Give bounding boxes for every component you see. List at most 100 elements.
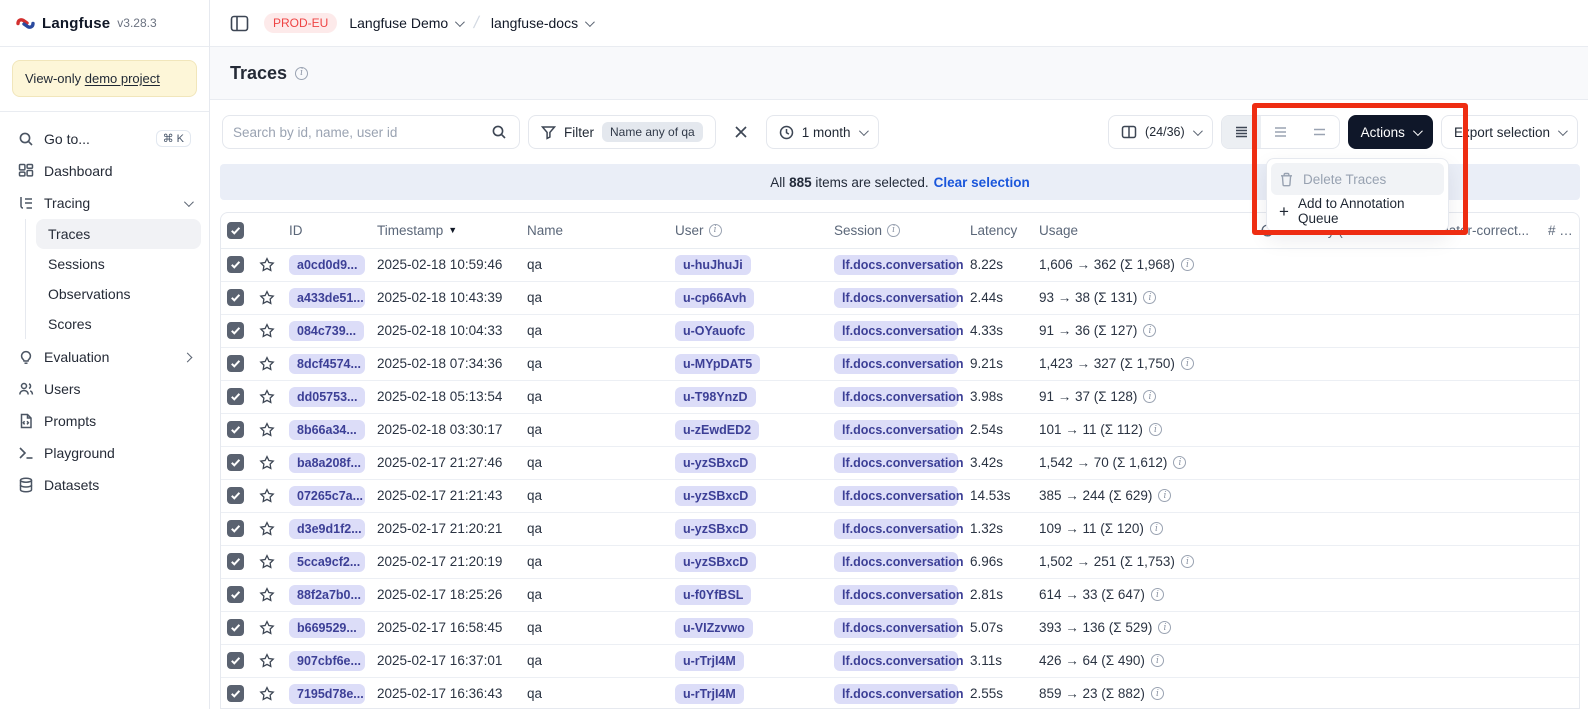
trace-id-badge[interactable]: 7195d78e...	[289, 684, 365, 704]
row-checkbox[interactable]	[227, 586, 244, 603]
row-height-large-button[interactable]	[1300, 116, 1339, 148]
row-checkbox[interactable]	[227, 355, 244, 372]
export-selection-button[interactable]: Export selection	[1441, 115, 1578, 149]
columns-button[interactable]: (24/36)	[1108, 115, 1213, 149]
table-row[interactable]: 8b66a34... 2025-02-18 03:30:17 qa u-zEwd…	[221, 413, 1580, 446]
sidebar-item-users[interactable]: Users	[8, 373, 201, 405]
session-badge[interactable]: lf.docs.conversation...	[834, 651, 958, 671]
session-badge[interactable]: lf.docs.conversation...	[834, 585, 958, 605]
star-icon[interactable]	[259, 455, 277, 471]
table-row[interactable]: 07265c7a... 2025-02-17 21:21:43 qa u-yzS…	[221, 479, 1580, 512]
sidebar-item-tracing[interactable]: Tracing	[8, 187, 201, 219]
star-icon[interactable]	[259, 554, 277, 570]
column-header-timestamp[interactable]: Timestamp▼	[371, 213, 521, 248]
sidebar-item-traces[interactable]: Traces	[36, 219, 201, 249]
trace-id-badge[interactable]: 8dcf4574...	[289, 354, 365, 374]
row-checkbox[interactable]	[227, 289, 244, 306]
user-badge[interactable]: u-rTrjI4M	[675, 684, 744, 704]
menu-item-add-to-annotation-queue[interactable]: + Add to Annotation Queue	[1271, 195, 1444, 227]
star-icon[interactable]	[259, 488, 277, 504]
trace-id-badge[interactable]: 07265c7a...	[289, 486, 365, 506]
user-badge[interactable]: u-VIZzvwo	[675, 618, 753, 638]
session-badge[interactable]: lf.docs.conversation...	[834, 486, 958, 506]
search-input[interactable]	[223, 125, 479, 140]
trace-id-badge[interactable]: 5cca9cf2...	[289, 552, 365, 572]
time-range-button[interactable]: 1 month	[766, 115, 879, 149]
search-icon[interactable]	[479, 116, 519, 148]
row-height-medium-button[interactable]	[1261, 116, 1300, 148]
sidebar-toggle-icon[interactable]	[226, 10, 252, 36]
row-checkbox[interactable]	[227, 487, 244, 504]
row-height-small-button[interactable]	[1222, 116, 1261, 148]
table-row[interactable]: a433de51... 2025-02-18 10:43:39 qa u-cp6…	[221, 281, 1580, 314]
select-all-checkbox[interactable]	[227, 222, 244, 239]
session-badge[interactable]: lf.docs.conversation...	[834, 519, 958, 539]
star-icon[interactable]	[259, 290, 277, 306]
session-badge[interactable]: lf.docs.conversation...	[834, 684, 958, 704]
table-row[interactable]: 907cbf6e... 2025-02-17 16:37:01 qa u-rTr…	[221, 644, 1580, 677]
row-checkbox[interactable]	[227, 421, 244, 438]
row-checkbox[interactable]	[227, 256, 244, 273]
session-badge[interactable]: lf.docs.conversation...	[834, 288, 958, 308]
star-icon[interactable]	[259, 356, 277, 372]
trace-id-badge[interactable]: ba8a208f...	[289, 453, 365, 473]
star-icon[interactable]	[259, 686, 277, 702]
user-badge[interactable]: u-yzSBxcD	[675, 486, 756, 506]
session-badge[interactable]: lf.docs.conversation...	[834, 453, 958, 473]
user-badge[interactable]: u-cp66Avh	[675, 288, 754, 308]
table-row[interactable]: dd05753... 2025-02-18 05:13:54 qa u-T98Y…	[221, 380, 1580, 413]
user-badge[interactable]: u-T98YnzD	[675, 387, 756, 407]
column-header-latency[interactable]: Latency	[964, 213, 1033, 248]
row-checkbox[interactable]	[227, 388, 244, 405]
column-header-extra[interactable]: # c...	[1542, 213, 1580, 248]
sidebar-item-dashboard[interactable]: Dashboard	[8, 155, 201, 187]
star-icon[interactable]	[259, 422, 277, 438]
row-checkbox[interactable]	[227, 619, 244, 636]
actions-button[interactable]: Actions	[1348, 115, 1433, 149]
table-row[interactable]: 88f2a7b0... 2025-02-17 18:25:26 qa u-f0Y…	[221, 578, 1580, 611]
trace-id-badge[interactable]: b669529...	[289, 618, 365, 638]
table-row[interactable]: b669529... 2025-02-17 16:58:45 qa u-VIZz…	[221, 611, 1580, 644]
star-icon[interactable]	[259, 521, 277, 537]
user-badge[interactable]: u-yzSBxcD	[675, 519, 756, 539]
trace-id-badge[interactable]: dd05753...	[289, 387, 365, 407]
session-badge[interactable]: lf.docs.conversation...	[834, 255, 958, 275]
sidebar-item-evaluation[interactable]: Evaluation	[8, 341, 201, 373]
user-badge[interactable]: u-f0YfBSL	[675, 585, 751, 605]
user-badge[interactable]: u-yzSBxcD	[675, 552, 756, 572]
column-header-user[interactable]: Useri	[669, 213, 828, 248]
sidebar-item-scores[interactable]: Scores	[36, 309, 201, 339]
menu-item-delete-traces[interactable]: Delete Traces	[1271, 163, 1444, 195]
session-badge[interactable]: lf.docs.conversation...	[834, 420, 958, 440]
row-checkbox[interactable]	[227, 553, 244, 570]
star-icon[interactable]	[259, 620, 277, 636]
star-icon[interactable]	[259, 323, 277, 339]
session-badge[interactable]: lf.docs.conversation...	[834, 387, 958, 407]
star-icon[interactable]	[259, 587, 277, 603]
sidebar-item-observations[interactable]: Observations	[36, 279, 201, 309]
table-row[interactable]: a0cd0d9... 2025-02-18 10:59:46 qa u-huJh…	[221, 248, 1580, 281]
trace-id-badge[interactable]: 88f2a7b0...	[289, 585, 365, 605]
column-header-session[interactable]: Sessioni	[828, 213, 964, 248]
row-checkbox[interactable]	[227, 652, 244, 669]
sidebar-item-goto[interactable]: Go to... ⌘ K	[8, 122, 201, 155]
column-header-id[interactable]: ID	[283, 213, 371, 248]
table-row[interactable]: d3e9d1f2... 2025-02-17 21:20:21 qa u-yzS…	[221, 512, 1580, 545]
table-row[interactable]: 8dcf4574... 2025-02-18 07:34:36 qa u-MYp…	[221, 347, 1580, 380]
sidebar-item-datasets[interactable]: Datasets	[8, 469, 201, 501]
column-header-usage[interactable]: Usage	[1033, 213, 1255, 248]
trace-id-badge[interactable]: d3e9d1f2...	[289, 519, 365, 539]
row-checkbox[interactable]	[227, 454, 244, 471]
clear-selection-link[interactable]: Clear selection	[934, 175, 1030, 190]
table-row[interactable]: ba8a208f... 2025-02-17 21:27:46 qa u-yzS…	[221, 446, 1580, 479]
row-checkbox[interactable]	[227, 520, 244, 537]
table-row[interactable]: 084c739... 2025-02-18 10:04:33 qa u-OYau…	[221, 314, 1580, 347]
session-badge[interactable]: lf.docs.conversation...	[834, 618, 958, 638]
user-badge[interactable]: u-yzSBxcD	[675, 453, 756, 473]
trace-id-badge[interactable]: 084c739...	[289, 321, 364, 341]
filter-button[interactable]: Filter Name any of qa	[528, 115, 716, 149]
demo-project-link[interactable]: demo project	[85, 71, 160, 86]
breadcrumb-org[interactable]: Langfuse Demo	[349, 15, 462, 31]
user-badge[interactable]: u-MYpDAT5	[675, 354, 760, 374]
table-row[interactable]: 5cca9cf2... 2025-02-17 21:20:19 qa u-yzS…	[221, 545, 1580, 578]
